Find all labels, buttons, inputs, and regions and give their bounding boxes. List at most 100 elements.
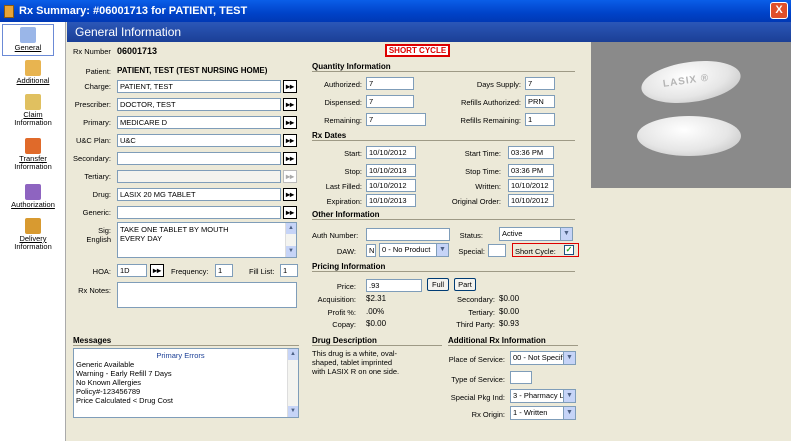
messages-scrollbar[interactable]: ▲ ▼ (287, 349, 298, 417)
scroll-down-icon[interactable]: ▼ (286, 246, 296, 257)
days-supply-field[interactable]: 7 (525, 77, 555, 90)
expiration-field[interactable]: 10/10/2013 (366, 194, 416, 207)
special-pkg-select[interactable]: 3 - Pharmacy L ▼ (510, 389, 576, 403)
rx-notes-textarea[interactable] (117, 282, 297, 308)
chevron-down-icon[interactable]: ▼ (563, 390, 575, 402)
secondary-go-button[interactable]: ▸▸ (283, 152, 297, 165)
chevron-down-icon[interactable]: ▼ (436, 244, 448, 256)
full-button[interactable]: Full (427, 278, 449, 291)
drug-field[interactable]: LASIX 20 MG TABLET (117, 188, 281, 201)
secondary-label: Secondary: (73, 154, 111, 163)
hoa-field[interactable]: 1D (117, 264, 147, 277)
scroll-up-icon[interactable]: ▲ (286, 223, 296, 234)
drug-desc-divider (312, 345, 442, 346)
copay-label: Copay: (332, 320, 356, 329)
daw-flag-field[interactable]: N (366, 244, 376, 257)
ucplan-go-button[interactable]: ▸▸ (283, 134, 297, 147)
original-order-field[interactable]: 10/10/2012 (508, 194, 554, 207)
filllist-field[interactable]: 1 (280, 264, 298, 277)
start-time-field[interactable]: 03:36 PM (508, 146, 554, 159)
drug-go-button[interactable]: ▸▸ (283, 188, 297, 201)
sidebar-item-transfer[interactable]: Transfer Information (0, 138, 66, 171)
sidebar-item-general[interactable]: General (2, 24, 54, 56)
quantity-divider (312, 71, 575, 72)
type-of-service-field[interactable] (510, 371, 532, 384)
messages-list[interactable]: Primary Errors Generic Available Warning… (73, 348, 299, 418)
sig-scrollbar[interactable]: ▲ ▼ (285, 223, 296, 257)
rx-number-label: Rx Number (73, 47, 111, 56)
daw-select[interactable]: 0 - No Product ▼ (379, 243, 449, 257)
primary-field[interactable]: MEDICARE D (117, 116, 281, 129)
status-label: Status: (459, 231, 483, 240)
authorized-label: Authorized: (324, 80, 362, 89)
status-select[interactable]: Active ▼ (499, 227, 573, 241)
start-time-label: Start Time: (464, 149, 501, 158)
primary-label: Primary: (83, 118, 111, 127)
message-line: Price Calculated < Drug Cost (76, 396, 173, 405)
close-button[interactable]: X (770, 2, 788, 19)
generic-field[interactable] (117, 206, 281, 219)
third-party-label: Third Party: (456, 320, 495, 329)
additional-icon (25, 60, 41, 76)
charge-field[interactable]: PATIENT, TEST (117, 80, 281, 93)
prescriber-go-button[interactable]: ▸▸ (283, 98, 297, 111)
chevron-down-icon[interactable]: ▼ (563, 407, 575, 419)
messages-divider (73, 345, 299, 346)
last-filled-field[interactable]: 10/10/2012 (366, 179, 416, 192)
pill-imprint: LASIX ® (662, 72, 710, 90)
sidebar-item-claim[interactable]: Claim Information (0, 94, 66, 127)
filllist-label: Fill List: (249, 267, 275, 276)
special-field[interactable] (488, 244, 506, 257)
generic-go-button[interactable]: ▸▸ (283, 206, 297, 219)
start-label: Start: (344, 149, 362, 158)
special-label: Special: (458, 247, 485, 256)
chevron-down-icon[interactable]: ▼ (560, 228, 572, 240)
price-field[interactable]: .93 (366, 279, 422, 292)
scroll-down-icon[interactable]: ▼ (288, 406, 298, 417)
message-line: Policy#-123456789 (76, 387, 141, 396)
hoa-go-button[interactable]: ▸▸ (150, 264, 164, 277)
short-cycle-checkbox[interactable]: ✓ (564, 245, 574, 255)
auth-number-label: Auth Number: (312, 231, 359, 240)
primary-go-button[interactable]: ▸▸ (283, 116, 297, 129)
start-date-field[interactable]: 10/10/2012 (366, 146, 416, 159)
written-field[interactable]: 10/10/2012 (508, 179, 554, 192)
messages-header: Primary Errors (156, 351, 205, 360)
other-section-title: Other Information (312, 210, 380, 219)
scroll-up-icon[interactable]: ▲ (288, 349, 298, 360)
refills-authorized-field[interactable]: PRN (525, 95, 555, 108)
price-label: Price: (336, 282, 356, 291)
patient-label: Patient: (85, 67, 111, 76)
rx-origin-select[interactable]: 1 - Written ▼ (510, 406, 576, 420)
sig-textarea[interactable]: TAKE ONE TABLET BY MOUTH EVERY DAY ▲ ▼ (117, 222, 297, 258)
pill-image: LASIX ® (591, 42, 791, 188)
part-button[interactable]: Part (454, 278, 476, 291)
transfer-icon (25, 138, 41, 154)
stop-time-label: Stop Time: (465, 167, 501, 176)
remaining-field[interactable]: 7 (366, 113, 426, 126)
authorized-field[interactable]: 7 (366, 77, 414, 90)
last-filled-label: Last Filled: (325, 182, 362, 191)
stop-time-field[interactable]: 03:36 PM (508, 164, 554, 177)
refills-remaining-field[interactable]: 1 (525, 113, 555, 126)
place-of-service-select[interactable]: 00 - Not Specif ▼ (510, 351, 576, 365)
sidebar-item-additional[interactable]: Additional (0, 60, 66, 85)
chevron-down-icon[interactable]: ▼ (563, 352, 575, 364)
sidebar-item-delivery[interactable]: Delivery Information (0, 218, 66, 251)
refills-remaining-label: Refills Remaining: (460, 116, 521, 125)
profit-label: Profit %: (327, 308, 356, 317)
charge-go-button[interactable]: ▸▸ (283, 80, 297, 93)
secondary-field[interactable] (117, 152, 281, 165)
tertiary-field[interactable] (117, 170, 281, 183)
sidebar-item-authorization[interactable]: Authorization (0, 184, 66, 209)
profit-value: .00% (366, 307, 385, 316)
auth-number-field[interactable] (366, 228, 450, 241)
window-title: Rx Summary: #06001713 for PATIENT, TEST (19, 5, 248, 17)
ucplan-field[interactable]: U&C (117, 134, 281, 147)
sig-line-1: TAKE ONE TABLET BY MOUTH (120, 225, 229, 234)
dispensed-field[interactable]: 7 (366, 95, 414, 108)
stop-date-field[interactable]: 10/10/2013 (366, 164, 416, 177)
prescriber-field[interactable]: DOCTOR, TEST (117, 98, 281, 111)
tertiary-go-button[interactable]: ▸▸ (283, 170, 297, 183)
frequency-field[interactable]: 1 (215, 264, 233, 277)
